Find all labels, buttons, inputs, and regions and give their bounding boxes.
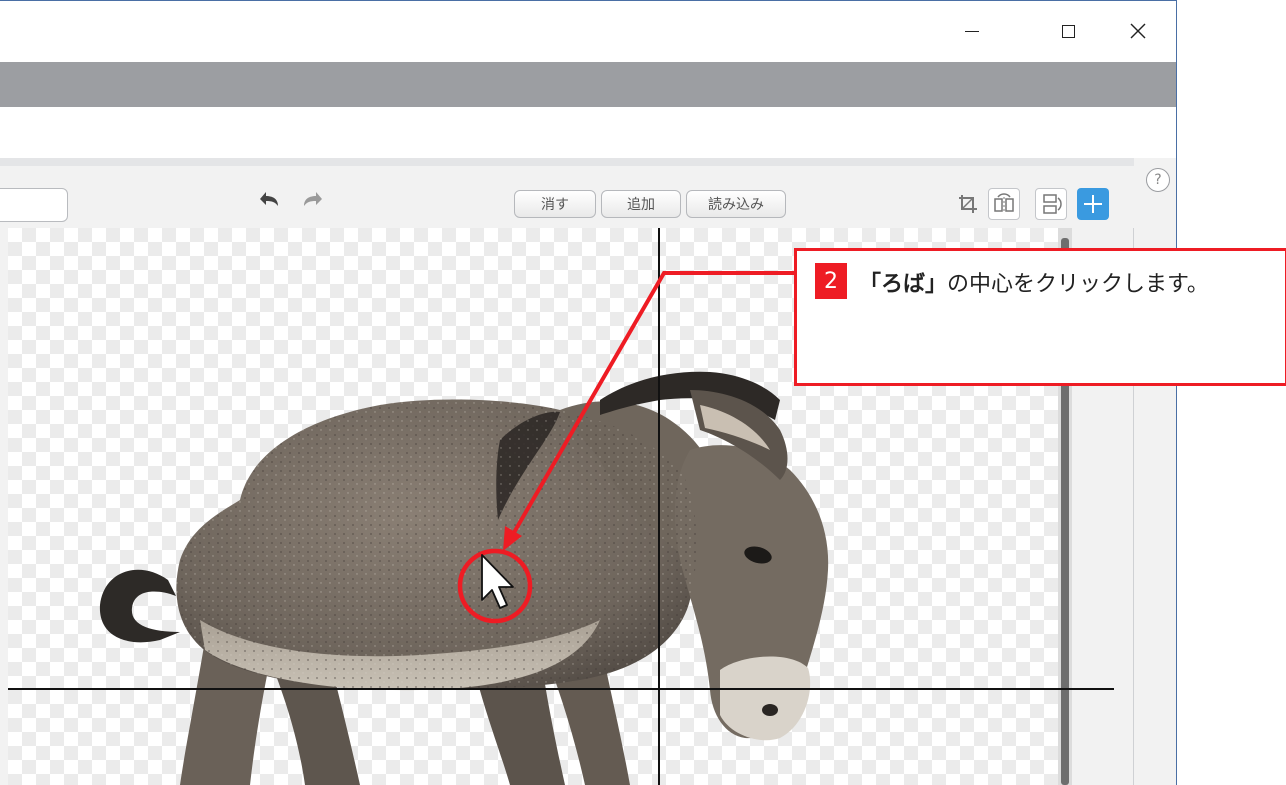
flip-horizontal-icon: [994, 193, 1014, 213]
clear-button[interactable]: 消す: [514, 190, 596, 218]
undo-button[interactable]: [254, 186, 284, 214]
header-area: [0, 107, 1176, 159]
undo-icon: [260, 192, 278, 206]
crop-icon: [959, 195, 977, 213]
minimize-icon: [965, 30, 979, 32]
title-bar: [0, 1, 1176, 62]
step-number-badge: 2: [815, 263, 847, 299]
maximize-icon: [1061, 24, 1075, 38]
help-button[interactable]: ?: [1146, 168, 1170, 192]
set-center-icon: [1084, 195, 1102, 213]
screenshot: 消す 追加 読み込み ? 2 「ろば」の中心をクリックします。: [0, 0, 1286, 785]
instruction-text-rest: の中心をクリックします。: [947, 272, 1209, 297]
editor-toolbar: 消す 追加 読み込み: [0, 166, 1134, 228]
instruction-text-bold: 「ろば」: [859, 272, 948, 297]
costume-name-field[interactable]: [0, 188, 68, 222]
instruction-callout: 2 「ろば」の中心をクリックします。: [794, 248, 1286, 386]
redo-icon: [304, 192, 322, 206]
flip-vertical-button[interactable]: [1035, 188, 1067, 220]
flip-vertical-icon: [1043, 194, 1062, 214]
instruction-text: 「ろば」の中心をクリックします。: [859, 267, 1286, 303]
redo-button[interactable]: [298, 186, 328, 214]
crop-button[interactable]: [952, 188, 984, 220]
menu-bar: [0, 62, 1176, 107]
minimize-button[interactable]: [952, 15, 992, 47]
import-button[interactable]: 読み込み: [686, 190, 786, 218]
maximize-button[interactable]: [1048, 15, 1088, 47]
add-button[interactable]: 追加: [601, 190, 681, 218]
set-center-button[interactable]: [1077, 188, 1109, 220]
editor-top-border: [0, 158, 1134, 166]
close-button[interactable]: [1118, 15, 1158, 47]
flip-horizontal-button[interactable]: [988, 188, 1020, 220]
close-icon: [1130, 23, 1146, 39]
